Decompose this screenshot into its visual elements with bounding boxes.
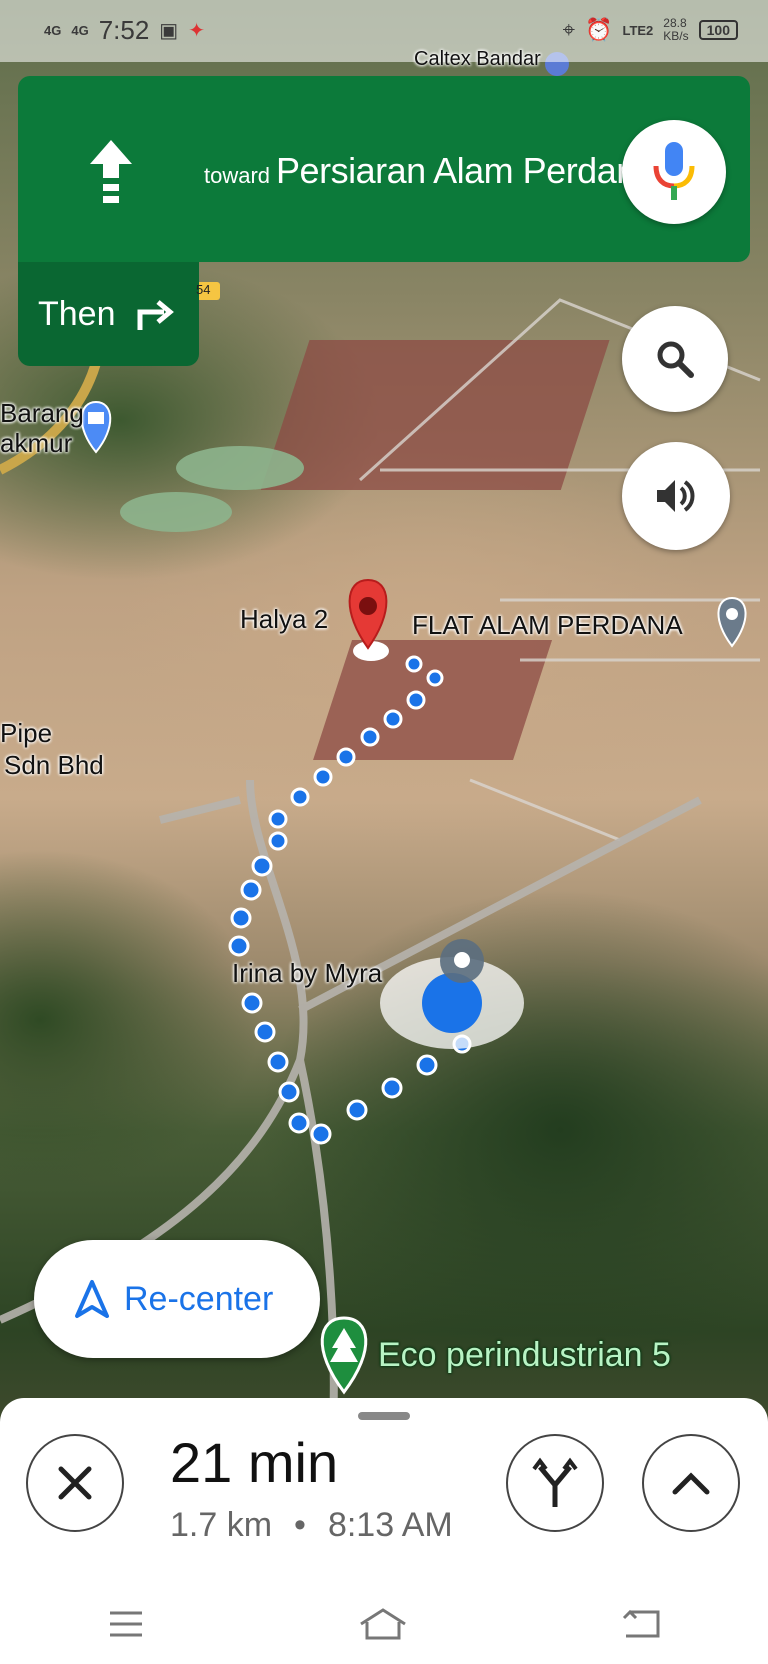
trip-duration: 21 min <box>170 1431 339 1494</box>
map-label-makmur[interactable]: akmur <box>0 428 72 459</box>
signal-icon-2: 4G <box>71 22 89 38</box>
battery-icon: 100 <box>698 20 738 40</box>
map-label-pipe[interactable]: Pipe <box>0 718 52 749</box>
separator-dot: • <box>294 1506 306 1544</box>
trip-distance: 1.7 km <box>170 1506 273 1544</box>
map-label-halya[interactable]: Halya 2 <box>240 604 328 635</box>
status-left: 4G 4G 7:52 ▣ ✦ <box>44 14 205 46</box>
system-navigation-bar <box>0 1584 768 1664</box>
network-label: LTE2 <box>622 22 654 38</box>
map-label-eco-perindustrian[interactable]: Eco perindustrian 5 <box>378 1336 671 1375</box>
volume-icon <box>657 480 695 512</box>
turn-right-icon <box>137 300 174 330</box>
poi-pin <box>717 596 747 648</box>
map-label-caltex[interactable]: Caltex Bandar <box>414 48 541 71</box>
search-button[interactable] <box>622 306 728 412</box>
arrival-time: 8:13 AM <box>327 1506 453 1544</box>
back-icon[interactable] <box>620 1608 662 1640</box>
map-label-irina[interactable]: Irina by Myra <box>232 958 382 989</box>
alarm-icon: ⏰ <box>585 17 613 42</box>
trip-details: 1.7 km • 8:13 AM <box>170 1506 453 1545</box>
home-icon[interactable] <box>357 1606 409 1642</box>
maps-notification-icon: ▣ <box>159 19 179 42</box>
then-banner[interactable]: Then <box>18 262 199 366</box>
location-icon: ⌖ <box>562 17 576 42</box>
navigation-arrow-icon <box>75 1280 109 1318</box>
direction-text: toward Persiaran Alam Perdana <box>204 150 656 192</box>
data-speed: 28.8 KB/s <box>663 16 689 43</box>
toward-label: toward <box>204 163 271 188</box>
menu-icon[interactable] <box>106 1609 146 1639</box>
then-label: Then <box>38 294 116 333</box>
alternate-routes-button[interactable] <box>506 1434 604 1532</box>
park-pin <box>320 1316 368 1395</box>
store-pin <box>80 400 112 454</box>
signal-icon: 4G <box>44 22 62 38</box>
close-icon <box>58 1466 92 1500</box>
microphone-icon <box>653 142 695 200</box>
map-label-flat-alam-perdana[interactable]: FLAT ALAM PERDANA <box>412 610 683 641</box>
road-name: Persiaran Alam Perdana <box>276 150 656 191</box>
recenter-label: Re-center <box>124 1279 274 1318</box>
expand-trip-button[interactable] <box>642 1434 740 1532</box>
sound-button[interactable] <box>622 442 730 550</box>
route-fork-icon <box>532 1457 578 1507</box>
map-label-barang[interactable]: Barang <box>0 398 84 429</box>
status-right: ⌖ ⏰ LTE2 28.8 KB/s 100 <box>563 14 738 46</box>
destination-pin <box>348 578 389 661</box>
exit-navigation-button[interactable] <box>26 1434 124 1532</box>
drag-handle[interactable] <box>358 1412 410 1420</box>
chevron-up-icon <box>672 1472 710 1495</box>
clock: 7:52 <box>98 14 150 45</box>
road-number: 54 <box>196 282 211 297</box>
trip-bottom-sheet[interactable]: 21 min 1.7 km • 8:13 AM <box>0 1398 768 1664</box>
voice-search-button[interactable] <box>622 120 726 224</box>
map-label-sdn-bhd[interactable]: Sdn Bhd <box>4 750 104 781</box>
straight-arrow-icon <box>90 140 132 203</box>
activity-icon: ✦ <box>188 19 205 42</box>
search-icon <box>657 341 694 378</box>
recenter-button[interactable]: Re-center <box>34 1240 320 1358</box>
